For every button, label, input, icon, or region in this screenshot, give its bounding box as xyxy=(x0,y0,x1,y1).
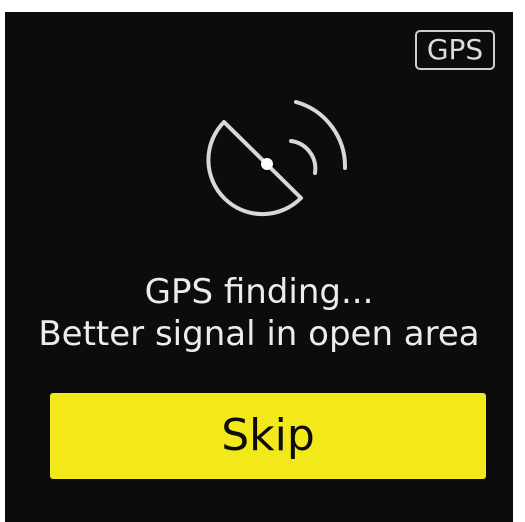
gps-badge-label: GPS xyxy=(426,33,484,66)
skip-button-label: Skip xyxy=(221,410,315,461)
gps-badge: GPS xyxy=(415,30,495,70)
gps-search-screen: GPS GPS finding... Better signal in open… xyxy=(5,12,513,522)
gps-status-title: GPS finding... xyxy=(144,272,374,312)
gps-status-hint: Better signal in open area xyxy=(38,314,480,354)
skip-button[interactable]: Skip xyxy=(50,393,486,479)
gps-satellite-icon xyxy=(206,100,348,217)
